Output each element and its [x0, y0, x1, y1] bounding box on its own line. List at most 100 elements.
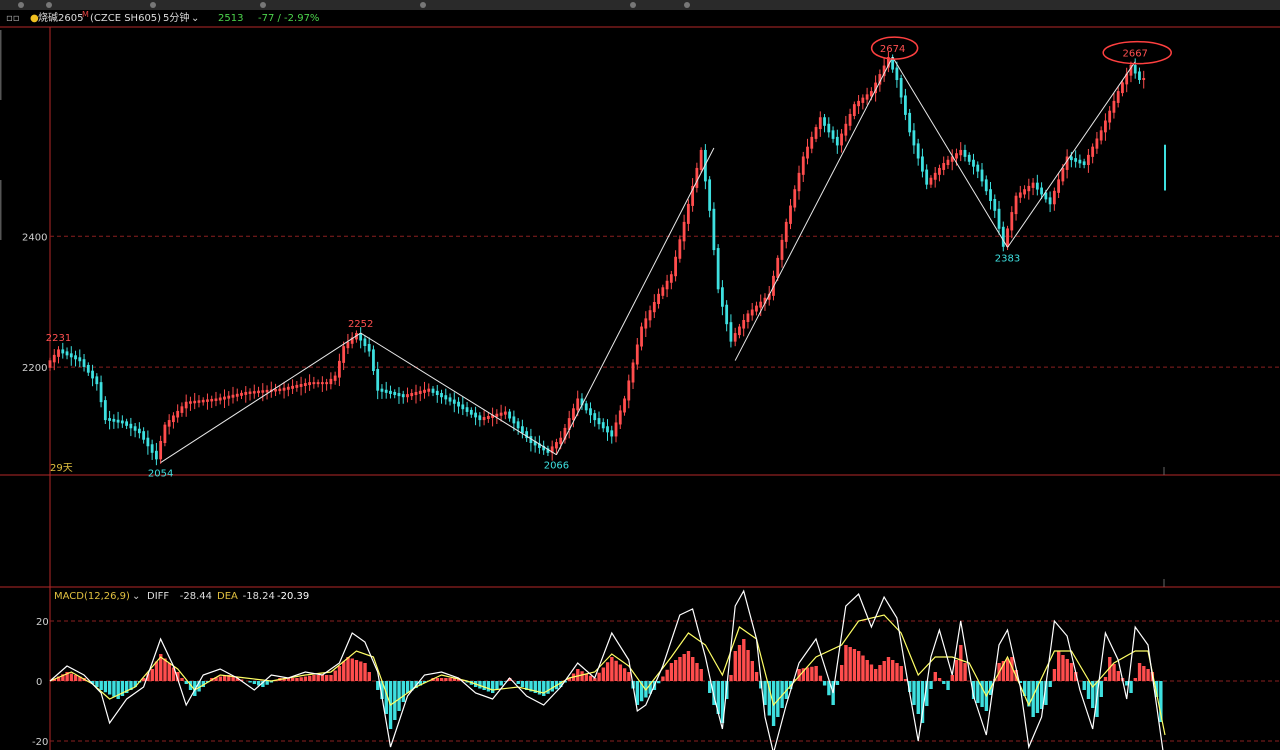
price-candle-body [814, 127, 818, 139]
price-candle-body [1095, 138, 1099, 149]
macd-histogram-bar [976, 681, 980, 703]
price-candle-body [333, 375, 337, 381]
macd-histogram-bar [614, 660, 618, 681]
macd-histogram-bar [1086, 681, 1091, 699]
price-candle-body [337, 360, 341, 378]
macd-histogram-bar [695, 663, 699, 681]
macd-histogram-bar [729, 675, 733, 681]
price-candle-body [601, 422, 605, 429]
price-candle-body [137, 428, 141, 434]
macd-histogram-bar [550, 681, 554, 692]
macd-histogram-bar [346, 657, 350, 681]
extreme-price-label: 2674 [880, 44, 905, 55]
price-candle-body [652, 302, 656, 313]
price-candle-body [329, 378, 333, 385]
price-candle-body [167, 420, 171, 427]
price-candle-body [967, 154, 971, 162]
price-candle-body [303, 383, 307, 386]
macd-histogram-bar [1069, 663, 1074, 681]
macd-histogram-bar [869, 664, 874, 681]
macd-histogram-bar [1052, 669, 1057, 681]
price-candle-body [725, 304, 729, 325]
macd-histogram-bar [656, 681, 661, 684]
macd-histogram-bar [950, 675, 955, 681]
macd-histogram-bar [490, 681, 495, 693]
macd-histogram-bar [899, 666, 903, 681]
price-candle-body [823, 117, 826, 126]
price-candle-body [103, 400, 107, 421]
price-candle-body [431, 388, 435, 393]
macd-histogram-bar [435, 678, 440, 681]
price-candle-body [661, 287, 665, 296]
price-candle-body [963, 149, 967, 157]
price-candle-body [755, 305, 758, 312]
period-count-label: 29天 [50, 463, 73, 474]
macd-histogram-bar [295, 678, 299, 681]
price-candle-body [686, 203, 690, 224]
kline-chart[interactable]: 2231 2054 2252 2066 2674 2383 2667 2400 2200 29天… [0, 0, 1280, 750]
price-candle-body [503, 411, 507, 415]
price-candle-body [397, 393, 401, 397]
macd-tick-label: -20 [32, 737, 48, 748]
price-tick-label: 2400 [22, 232, 47, 243]
price-candle-body [274, 389, 277, 392]
price-candle-body [180, 406, 184, 413]
price-candle-body [261, 390, 265, 393]
macd-tick-label: 20 [36, 617, 49, 628]
macd-histogram-bar [963, 663, 967, 681]
price-candle-body [738, 326, 741, 336]
price-candle-body [904, 95, 907, 115]
price-candle-body [993, 199, 997, 211]
price-candle-body [189, 401, 192, 404]
price-candle-body [363, 338, 367, 346]
price-candle-body [631, 362, 635, 383]
price-candle-body [908, 112, 912, 133]
macd-histogram-bar [882, 661, 886, 681]
price-candle-body [780, 239, 784, 260]
macd-histogram-bar [601, 667, 606, 681]
price-candle-body [597, 418, 601, 425]
price-candle-body [793, 189, 797, 208]
macd-histogram-bar [1133, 678, 1138, 681]
price-candle-body [912, 130, 916, 146]
macd-histogram-bar [103, 681, 108, 693]
macd-histogram-bar [248, 681, 252, 683]
price-series [48, 51, 1166, 587]
extreme-price-label: 2667 [1122, 49, 1147, 60]
price-candle-body [112, 418, 116, 422]
macd-legend-value: -28.44 [180, 591, 212, 602]
macd-histogram-bar [844, 645, 848, 681]
price-candle-body [265, 389, 269, 393]
price-candle-body [921, 156, 924, 172]
price-candle-body [1040, 187, 1043, 195]
price-candle-body [201, 399, 205, 403]
price-candle-body [227, 395, 231, 399]
price-candle-body [146, 437, 150, 447]
price-candle-body [116, 419, 120, 423]
macd-histogram-bar [912, 681, 916, 705]
price-candle-body [606, 426, 609, 433]
price-candle-body [669, 274, 673, 283]
macd-histogram-bar [265, 681, 269, 685]
price-candle-body [678, 239, 682, 259]
price-candle-body [627, 380, 631, 401]
macd-histogram-bar [112, 681, 116, 697]
price-candle-body [1104, 120, 1107, 133]
price-candle-body [997, 208, 1001, 229]
price-candle-body [1035, 182, 1039, 190]
price-candle-body [623, 398, 626, 413]
macd-histogram-bar [222, 675, 227, 681]
macd-histogram-bar [359, 661, 363, 681]
macd-histogram-bar [218, 676, 223, 681]
price-candle-body [589, 408, 592, 416]
extreme-price-label: 2054 [148, 469, 173, 480]
macd-title: MACD(12,26,9) [54, 591, 130, 602]
price-candle-body [955, 153, 958, 159]
price-candle-body [1052, 190, 1056, 205]
price-tick-label: 2200 [22, 363, 47, 374]
price-candle-body [176, 410, 180, 418]
price-candle-body [1031, 182, 1035, 188]
macd-histogram-bar [588, 675, 593, 681]
price-candle-body [520, 426, 524, 434]
price-candle-body [1006, 228, 1009, 247]
